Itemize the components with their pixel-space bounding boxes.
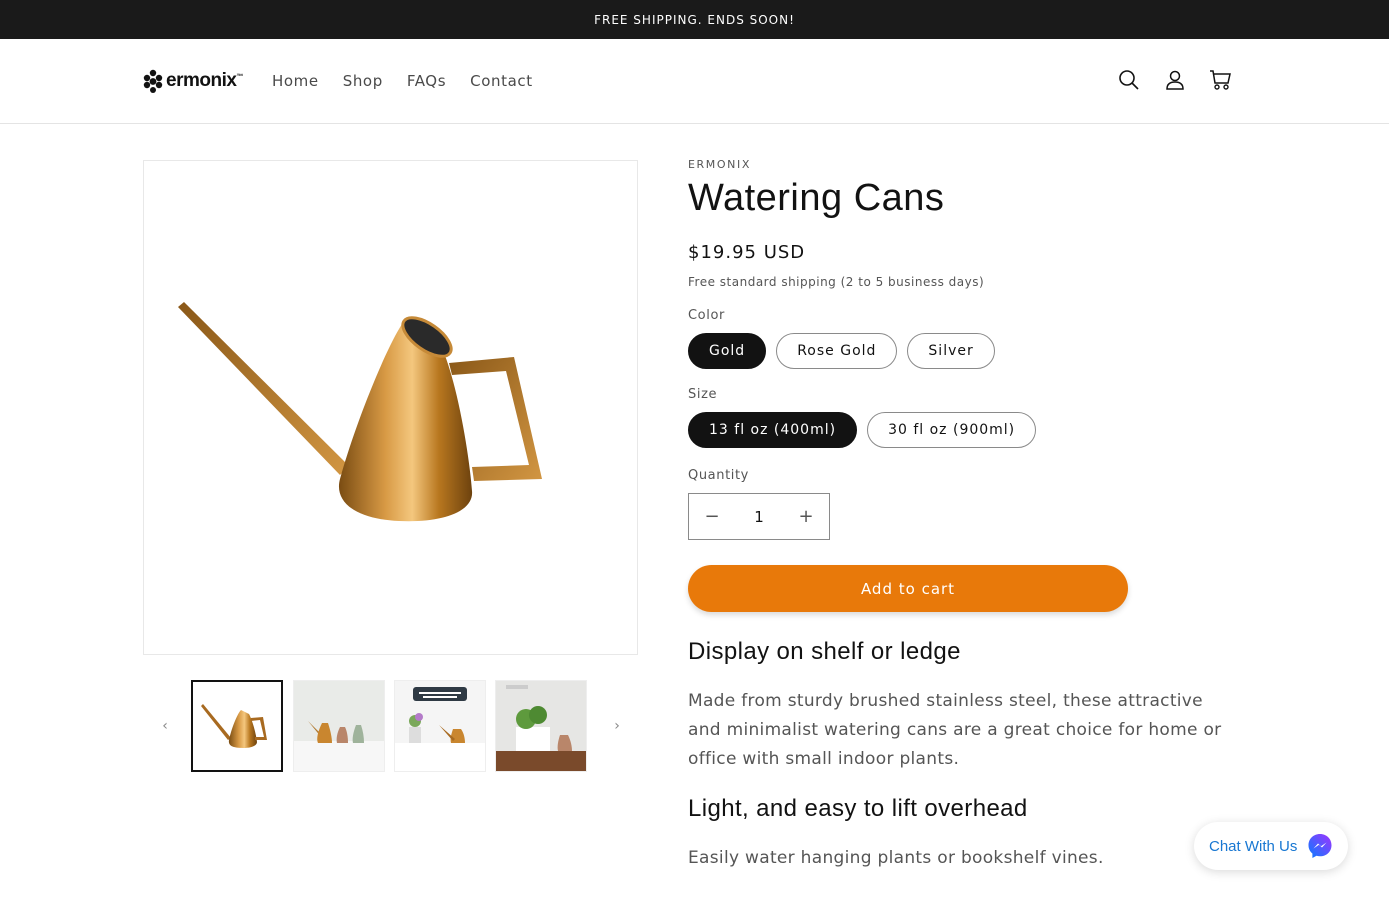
search-icon[interactable]: [1116, 67, 1142, 93]
color-selector: Color Gold Rose Gold Silver: [688, 308, 995, 369]
chat-label: Chat With Us: [1209, 837, 1298, 855]
cart-icon[interactable]: [1208, 67, 1234, 93]
quantity-increase-button[interactable]: +: [783, 494, 829, 539]
size-label: Size: [688, 387, 718, 402]
product-info: ERMONIX Watering Cans $19.95 USD Free st…: [688, 158, 1248, 868]
nav-faqs[interactable]: FAQs: [395, 69, 458, 93]
quantity-input[interactable]: 1: [739, 508, 779, 526]
quantity-stepper: − 1 +: [688, 493, 830, 540]
main-nav: Home Shop FAQs Contact: [260, 69, 545, 93]
messenger-icon: [1308, 834, 1332, 858]
thumbnail-4[interactable]: [495, 680, 587, 772]
account-icon[interactable]: [1162, 67, 1188, 93]
quantity-label: Quantity: [688, 468, 749, 483]
quantity-decrease-button[interactable]: −: [689, 494, 735, 539]
shipping-note: Free standard shipping (2 to 5 business …: [688, 275, 985, 289]
thumbnail-2[interactable]: [293, 680, 385, 772]
announcement-bar: FREE SHIPPING. ENDS SOON!: [0, 0, 1389, 39]
size-selector: Size 13 fl oz (400ml) 30 fl oz (900ml): [688, 387, 1037, 448]
brand-logo[interactable]: ermonix™: [143, 67, 243, 95]
section-heading-display: Display on shelf or ledge: [688, 638, 961, 665]
thumbnail-1[interactable]: [191, 680, 283, 772]
product-main-image[interactable]: [143, 160, 638, 655]
header-icons: [1116, 67, 1234, 93]
nav-shop[interactable]: Shop: [331, 69, 395, 93]
brand-name: ermonix™: [166, 70, 243, 91]
thumb-next-arrow[interactable]: ›: [607, 716, 627, 736]
thumb-prev-arrow[interactable]: ‹: [155, 716, 175, 736]
add-to-cart-button[interactable]: Add to cart: [688, 565, 1128, 612]
product-price: $19.95 USD: [688, 242, 806, 263]
color-label: Color: [688, 308, 725, 323]
nav-home[interactable]: Home: [260, 69, 331, 93]
site-header: ermonix™ Home Shop FAQs Contact: [0, 39, 1389, 124]
product-vendor: ERMONIX: [688, 158, 751, 171]
chat-with-us-button[interactable]: Chat With Us: [1194, 822, 1348, 870]
nav-contact[interactable]: Contact: [458, 69, 545, 93]
announcement-text: FREE SHIPPING. ENDS SOON!: [594, 12, 795, 27]
section-heading-light: Light, and easy to lift overhead: [688, 795, 1028, 822]
thumbnail-3[interactable]: [394, 680, 486, 772]
size-option-400ml[interactable]: 13 fl oz (400ml): [688, 412, 858, 448]
section-body-display: Made from sturdy brushed stainless steel…: [688, 691, 1222, 769]
color-option-silver[interactable]: Silver: [907, 333, 995, 369]
product-title: Watering Cans: [688, 177, 945, 219]
size-option-900ml[interactable]: 30 fl oz (900ml): [867, 412, 1037, 448]
section-body-light: Easily water hanging plants or bookshelf…: [688, 848, 1104, 868]
color-option-rose-gold[interactable]: Rose Gold: [776, 333, 898, 369]
watering-can-image: [178, 302, 542, 522]
color-option-gold[interactable]: Gold: [688, 333, 767, 369]
logo-mark-icon: [143, 69, 163, 93]
thumbnail-carousel: ‹ ›: [143, 680, 638, 772]
